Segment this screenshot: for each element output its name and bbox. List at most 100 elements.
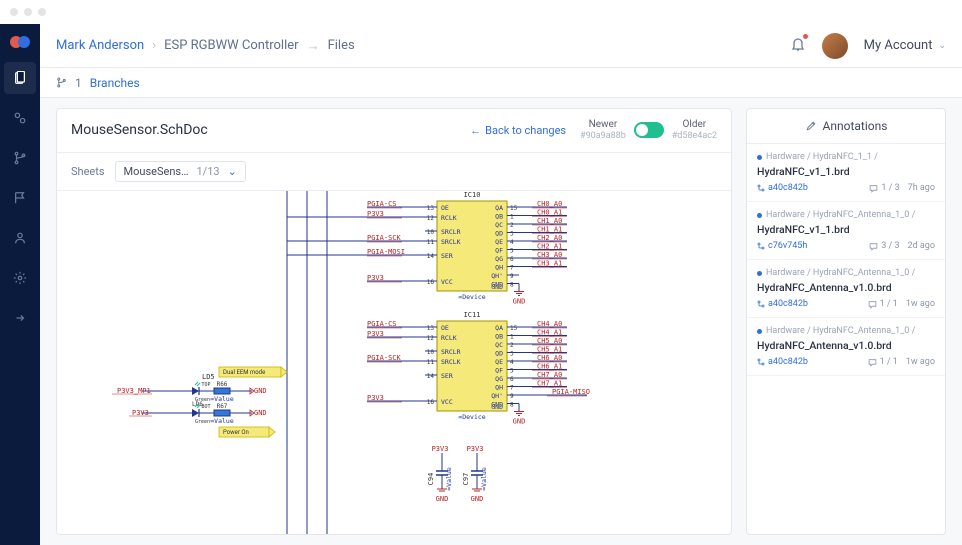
back-label: Back to changes <box>485 124 566 137</box>
branches-link[interactable]: Branches <box>90 76 140 90</box>
sheet-name: MouseSens… <box>124 165 189 178</box>
user-avatar[interactable] <box>822 33 848 59</box>
svg-text:8: 8 <box>510 401 514 408</box>
svg-text:CH0_A1: CH0_A1 <box>537 208 562 216</box>
annotation-time: 1w ago <box>906 299 935 309</box>
sidebar-item-collapse[interactable] <box>4 302 36 334</box>
svg-text:QE: QE <box>495 358 503 366</box>
svg-text:15: 15 <box>510 325 518 332</box>
svg-text:GND: GND <box>513 417 526 425</box>
svg-text:P3V3: P3V3 <box>367 274 384 282</box>
svg-text:CH5_A1: CH5_A1 <box>537 345 562 353</box>
svg-text:OE: OE <box>441 204 449 212</box>
svg-text:SRCLR: SRCLR <box>441 348 461 356</box>
annotation-count: 3 / 3 <box>869 241 899 251</box>
annotation-path: Hardware / HydraNFC_Antenna_1_0 / <box>757 268 935 278</box>
annotations-panel: Annotations Hardware / HydraNFC_1_1 / Hy… <box>746 108 946 535</box>
svg-text:R67: R67 <box>217 403 228 410</box>
svg-text:2: 2 <box>510 342 514 349</box>
svg-text:1: 1 <box>510 333 514 340</box>
svg-text:PGIA-SCK: PGIA-SCK <box>367 234 402 242</box>
svg-text:6: 6 <box>510 256 514 263</box>
svg-text:C97: C97 <box>462 472 470 485</box>
annotation-file: HydraNFC_v1_1.brd <box>757 223 935 236</box>
sheet-selector[interactable]: MouseSens… 1/13 ⌄ <box>115 161 246 182</box>
svg-text:CH1_A1: CH1_A1 <box>537 225 562 233</box>
svg-text:GND: GND <box>513 297 526 305</box>
svg-text:10: 10 <box>427 349 435 356</box>
svg-text:4: 4 <box>510 239 514 246</box>
svg-text:GND: GND <box>436 495 449 503</box>
sidebar-item-branches[interactable] <box>4 142 36 174</box>
svg-text:P3V3: P3V3 <box>467 445 484 453</box>
svg-text:4: 4 <box>510 359 514 366</box>
svg-text:11: 11 <box>427 239 435 246</box>
svg-text:QC: QC <box>495 221 503 229</box>
svg-text:QG: QG <box>495 375 503 383</box>
svg-text:CH6_A1: CH6_A1 <box>537 362 562 370</box>
annotation-hash[interactable]: a40c842b <box>757 299 808 309</box>
newer-label: Newer <box>580 119 626 131</box>
svg-text:3: 3 <box>510 350 514 357</box>
svg-text:10: 10 <box>427 229 435 236</box>
svg-text:QF: QF <box>495 246 503 254</box>
svg-text:QB: QB <box>495 332 503 340</box>
sidebar-item-flags[interactable] <box>4 182 36 214</box>
sidebar-item-settings[interactable] <box>4 262 36 294</box>
annotation-item[interactable]: Hardware / HydraNFC_Antenna_1_0 / HydraN… <box>747 318 945 376</box>
svg-text:GND: GND <box>254 387 267 395</box>
sheets-label: Sheets <box>71 165 105 178</box>
svg-text:P3V3: P3V3 <box>367 210 384 218</box>
svg-text:=Device: =Device <box>458 293 485 301</box>
svg-text:RCLK: RCLK <box>441 214 457 222</box>
annotation-hash[interactable]: c76v745h <box>757 241 807 251</box>
svg-text:QA: QA <box>495 324 503 332</box>
svg-text:PGIA-CS: PGIA-CS <box>367 320 397 328</box>
branches-bar: 1 Branches <box>40 68 962 98</box>
svg-text:SER: SER <box>441 372 453 380</box>
svg-text:=Value: =Value <box>480 467 488 491</box>
svg-text:P3V3: P3V3 <box>367 394 384 402</box>
annotation-file: HydraNFC_Antenna_v1.0.brd <box>757 339 935 352</box>
account-menu[interactable]: My Account ⌄ <box>864 38 946 53</box>
back-to-changes-link[interactable]: ← Back to changes <box>470 124 566 137</box>
svg-text:R66: R66 <box>217 381 228 388</box>
svg-text:IC10: IC10 <box>464 191 481 199</box>
svg-text:Dual EEM mode: Dual EEM mode <box>223 369 265 376</box>
document-title: MouseSensor.SchDoc <box>71 122 208 138</box>
sheet-index: 1/13 <box>196 165 219 178</box>
annotation-item[interactable]: Hardware / HydraNFC_Antenna_1_0 / HydraN… <box>747 260 945 318</box>
annotation-item[interactable]: Hardware / HydraNFC_Antenna_1_0 / HydraN… <box>747 202 945 260</box>
svg-text:QD: QD <box>495 229 503 237</box>
svg-text:LD5: LD5 <box>202 373 215 381</box>
svg-text:BOT: BOT <box>201 404 210 410</box>
svg-text:OE: OE <box>441 324 449 332</box>
annotation-item[interactable]: Hardware / HydraNFC_1_1 / HydraNFC_v1_1.… <box>747 144 945 202</box>
svg-text:=Value: =Value <box>445 467 453 491</box>
svg-text:9: 9 <box>510 273 514 280</box>
svg-text:TOP: TOP <box>201 382 210 388</box>
notifications-button[interactable] <box>790 36 806 56</box>
main-area: Mark Anderson › ESP RGBWW Controller → F… <box>40 24 962 545</box>
annotation-hash[interactable]: a40c842b <box>757 183 808 193</box>
svg-text:Power On: Power On <box>223 429 249 436</box>
svg-text:=Value: =Value <box>210 417 234 425</box>
branch-count: 1 <box>75 76 82 90</box>
sidebar-item-users[interactable] <box>4 222 36 254</box>
breadcrumb-user[interactable]: Mark Anderson <box>56 38 144 53</box>
svg-text:12: 12 <box>427 215 435 222</box>
schematic-canvas[interactable]: IC10OE13PGIA-CSRCLK12P3V3SRCLR10SRCLK11P… <box>57 191 731 534</box>
svg-text:7: 7 <box>510 384 514 391</box>
svg-text:16: 16 <box>427 399 435 406</box>
arrow-left-icon: ← <box>470 124 481 137</box>
annotation-time: 7h ago <box>908 183 935 193</box>
svg-text:GND: GND <box>491 403 503 411</box>
breadcrumb-page: Files <box>328 38 355 53</box>
svg-text:CH6_A0: CH6_A0 <box>537 354 562 362</box>
version-toggle[interactable] <box>634 122 664 138</box>
annotation-hash[interactable]: a40c842b <box>757 357 808 367</box>
annotation-count: 1 / 1 <box>868 357 898 367</box>
sidebar-item-team[interactable] <box>4 102 36 134</box>
svg-text:CH4_A0: CH4_A0 <box>537 320 562 328</box>
sidebar-item-files[interactable] <box>4 62 36 94</box>
